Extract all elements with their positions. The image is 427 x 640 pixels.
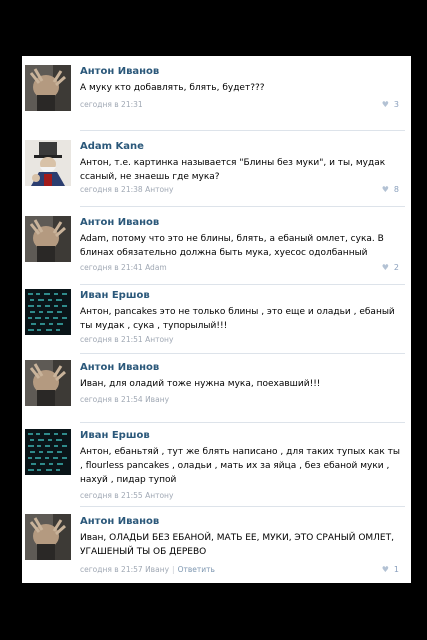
comment-time[interactable]: сегодня в 21:51	[80, 335, 143, 344]
comment-item: Антон Иванов Иван, для оладий тоже нужна…	[22, 354, 411, 423]
avatar[interactable]	[25, 429, 71, 475]
avatar[interactable]	[25, 65, 71, 111]
comment-meta: сегодня в 21:51 Антону	[80, 335, 173, 344]
comment-time[interactable]: сегодня в 21:31	[80, 100, 143, 109]
comment-time[interactable]: сегодня в 21:57	[80, 565, 143, 574]
like-button[interactable]: ♥ 2	[382, 263, 399, 272]
comment-time[interactable]: сегодня в 21:54	[80, 395, 143, 404]
comment-meta: сегодня в 21:31	[80, 100, 143, 109]
comment-author[interactable]: Антон Иванов	[80, 362, 159, 373]
like-button[interactable]: ♥ 8	[382, 185, 399, 194]
like-count: 3	[393, 100, 399, 109]
comment-text: Антон, ебаньтяй , тут же блять написано …	[80, 447, 400, 485]
comment-time[interactable]: сегодня в 21:41	[80, 263, 143, 272]
comment-item: Антон Иванов Иван, ОЛАДЬИ БЕЗ ЕБАНОЙ, МА…	[22, 507, 411, 583]
like-button[interactable]: ♥ 1	[382, 565, 399, 574]
comment-author[interactable]: Антон Иванов	[80, 217, 159, 228]
comment-text: Антон, pancakes это не только блины , эт…	[80, 307, 395, 331]
avatar-anton-image	[25, 65, 71, 111]
comment-meta: сегодня в 21:41 Adam	[80, 263, 167, 272]
reply-to[interactable]: Adam	[145, 263, 167, 272]
comment-text: Adam, потому что это не блины, блять, а …	[80, 234, 384, 258]
heart-icon: ♥	[381, 263, 389, 272]
reply-to[interactable]: Антону	[145, 185, 173, 194]
comment-meta: сегодня в 21:57 Ивану | Ответить	[80, 565, 215, 574]
avatar-ivan-image	[25, 429, 71, 475]
comment-author[interactable]: Антон Иванов	[80, 516, 159, 527]
reply-to[interactable]: Антону	[145, 491, 173, 500]
comment-text: Иван, для оладий тоже нужна мука, поехав…	[80, 379, 321, 389]
avatar-ivan-image	[25, 289, 71, 335]
comments-panel: Антон Иванов А муку кто добавлять, блять…	[22, 56, 411, 583]
comment-meta: сегодня в 21:54 Ивану	[80, 395, 169, 404]
avatar-anton-image	[25, 360, 71, 406]
comment-author[interactable]: Adam Kane	[80, 141, 144, 152]
avatar-adam-image	[25, 140, 71, 186]
heart-icon: ♥	[381, 100, 389, 109]
avatar[interactable]	[25, 514, 71, 560]
avatar[interactable]	[25, 140, 71, 186]
comment-text: Иван, ОЛАДЬИ БЕЗ ЕБАНОЙ, МАТЬ ЕЕ, МУКИ, …	[80, 533, 394, 557]
comment-time[interactable]: сегодня в 21:55	[80, 491, 143, 500]
like-count: 1	[393, 565, 399, 574]
reply-to[interactable]: Антону	[145, 335, 173, 344]
heart-icon: ♥	[381, 565, 389, 574]
avatar[interactable]	[25, 289, 71, 335]
comment-time[interactable]: сегодня в 21:38	[80, 185, 143, 194]
like-button[interactable]: ♥ 3	[382, 100, 399, 109]
comment-author[interactable]: Иван Ершов	[80, 430, 150, 441]
like-count: 8	[393, 185, 399, 194]
avatar[interactable]	[25, 360, 71, 406]
avatar[interactable]	[25, 216, 71, 262]
comment-meta: сегодня в 21:38 Антону	[80, 185, 173, 194]
comment-item: Иван Ершов Антон, pancakes это не только…	[22, 285, 411, 354]
comment-item: Adam Kane Антон, т.е. картинка называетс…	[22, 131, 411, 207]
avatar-anton-image	[25, 514, 71, 560]
comment-item: Иван Ершов Антон, ебаньтяй , тут же блят…	[22, 423, 411, 507]
separator: |	[172, 565, 175, 574]
comment-text: Антон, т.е. картинка называется "Блины б…	[80, 158, 386, 182]
comment-author[interactable]: Иван Ершов	[80, 290, 150, 301]
comment-author[interactable]: Антон Иванов	[80, 66, 159, 77]
like-count: 2	[393, 263, 399, 272]
reply-link[interactable]: Ответить	[178, 565, 215, 574]
reply-to[interactable]: Ивану	[145, 565, 169, 574]
avatar-anton-image	[25, 216, 71, 262]
comment-item: Антон Иванов Adam, потому что это не бли…	[22, 207, 411, 285]
comment-item: Антон Иванов А муку кто добавлять, блять…	[22, 56, 411, 131]
heart-icon: ♥	[381, 185, 389, 194]
comment-text: А муку кто добавлять, блять, будет???	[80, 83, 265, 93]
comment-meta: сегодня в 21:55 Антону	[80, 491, 173, 500]
reply-to[interactable]: Ивану	[145, 395, 169, 404]
